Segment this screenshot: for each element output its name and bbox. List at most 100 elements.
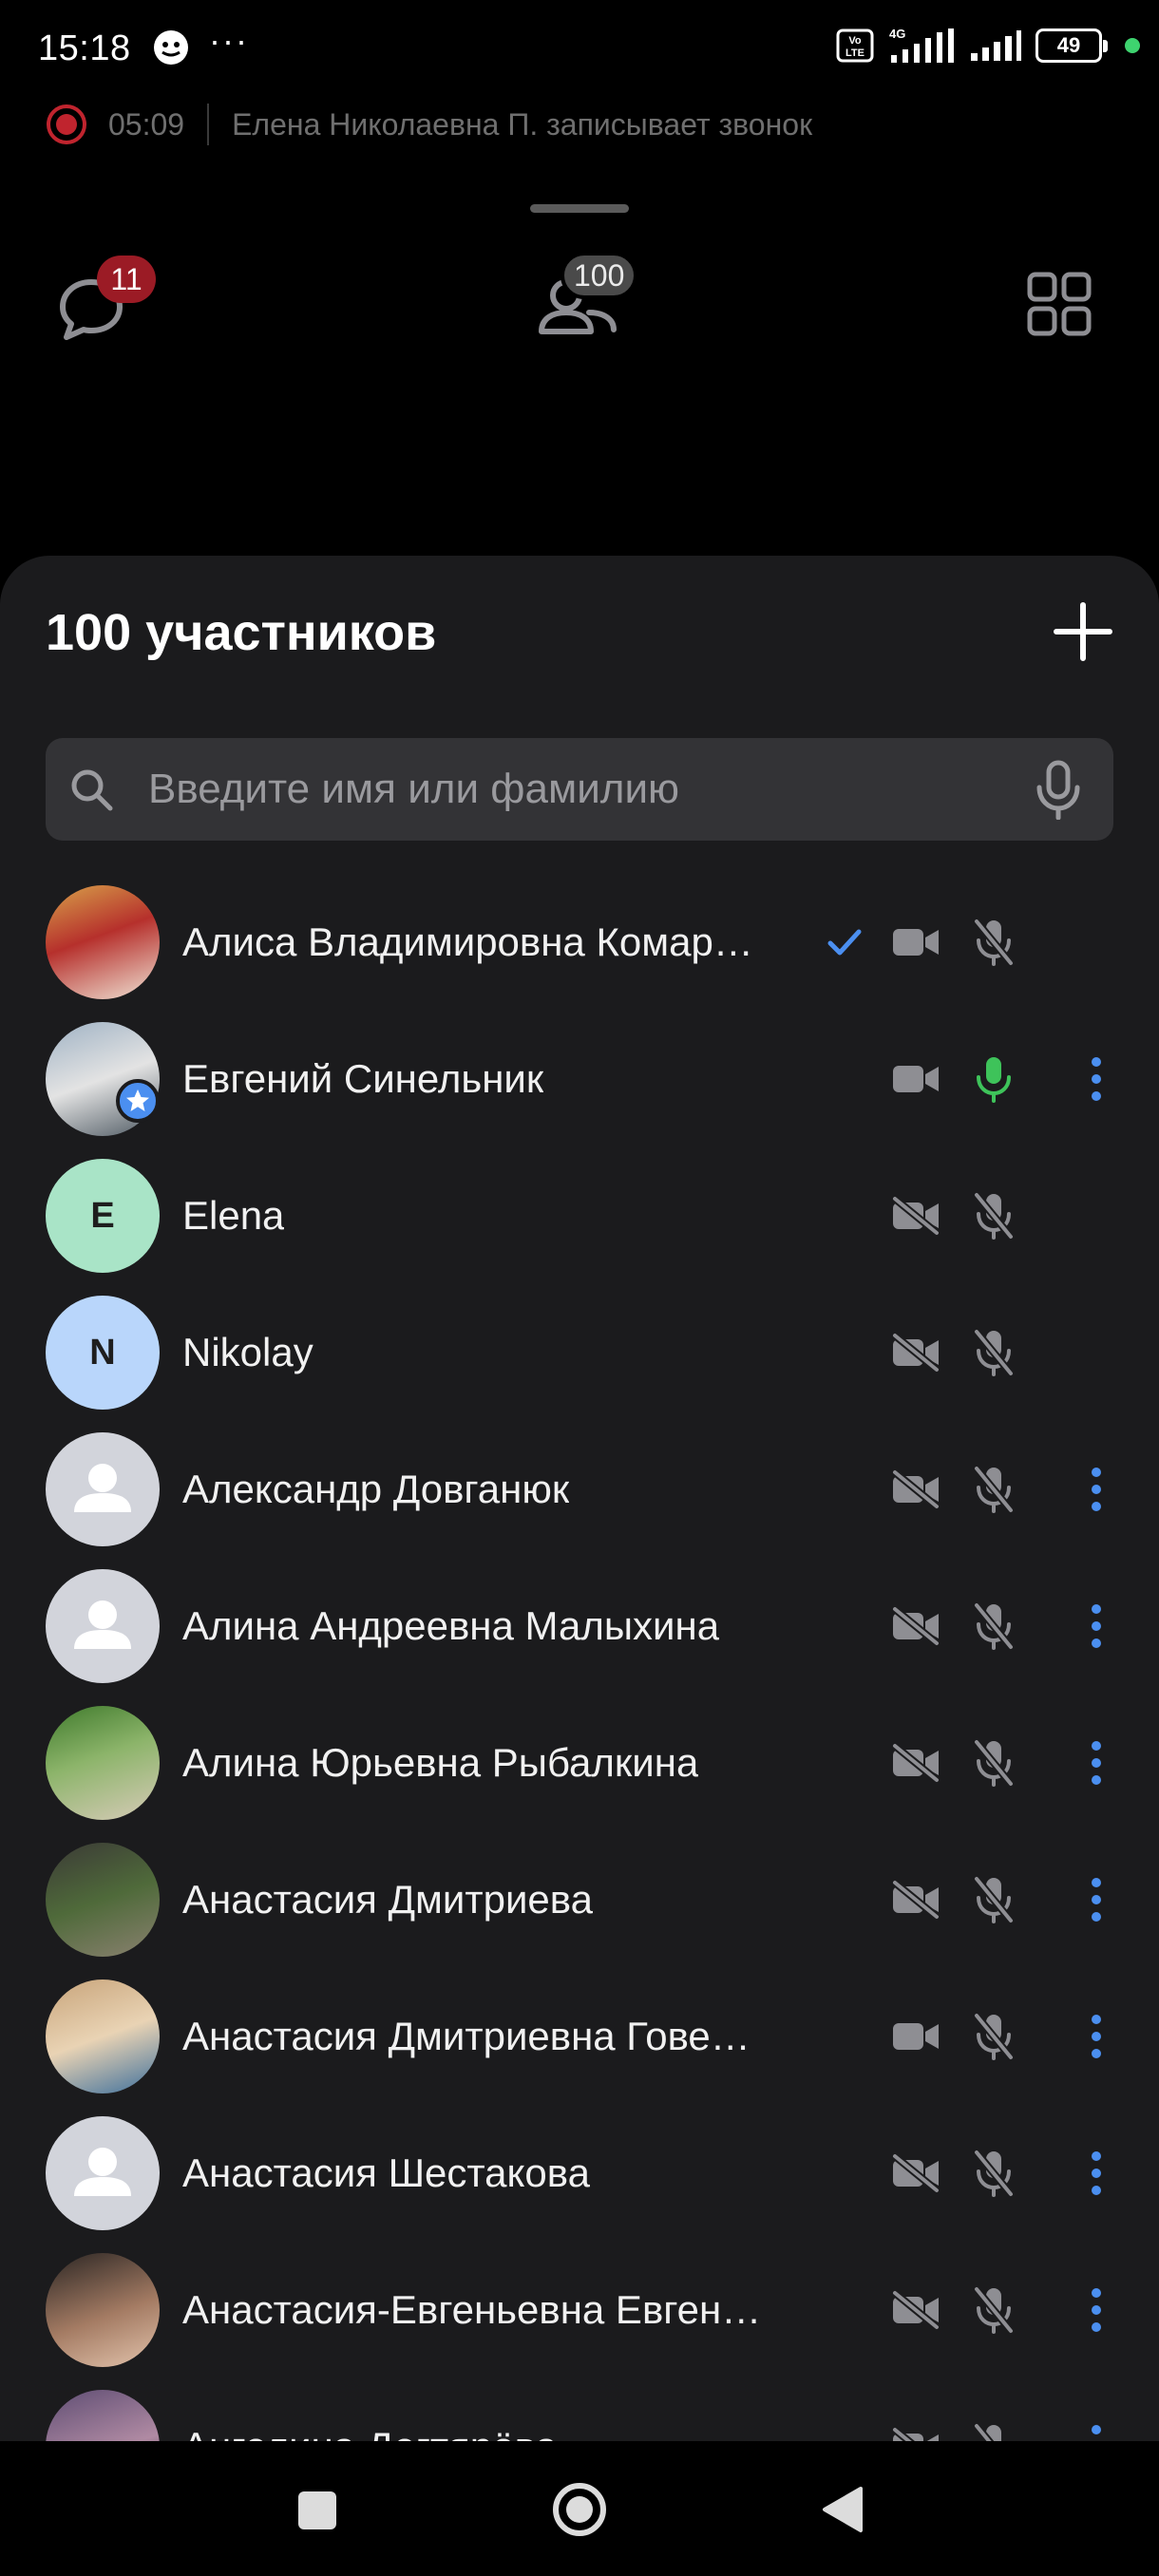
sheet-drag-handle[interactable]: [530, 204, 629, 213]
avatar-photo: [46, 2390, 160, 2441]
active-dot-icon: [1125, 38, 1140, 53]
battery-level: 49: [1056, 33, 1081, 57]
search-bar: [46, 738, 1113, 841]
svg-text:4G: 4G: [889, 27, 905, 41]
avatar-photo: [46, 1843, 160, 1957]
recording-icon: [47, 104, 86, 144]
participant-row[interactable]: Анастасия Дмитриева: [0, 1831, 1159, 1968]
more-options-button[interactable]: [1083, 2012, 1110, 2061]
more-options-button[interactable]: [1083, 2422, 1110, 2441]
mic-off-icon: [973, 1329, 1015, 1376]
user-placeholder-icon: [74, 1601, 131, 1649]
volte-icon: Vo LTE: [836, 28, 874, 63]
back-button[interactable]: [819, 2485, 864, 2534]
more-options-button[interactable]: [1083, 1054, 1110, 1104]
participant-row[interactable]: Анастасия Шестакова: [0, 2105, 1159, 2242]
voice-search-icon[interactable]: [1032, 759, 1085, 820]
participant-name: Ангелина Дегтярёва: [182, 2424, 558, 2441]
participant-row[interactable]: Алина Андреевна Малыхина: [0, 1558, 1159, 1695]
search-icon: [71, 769, 113, 811]
recording-duration: 05:09: [108, 106, 185, 142]
avatar-photo: [46, 885, 160, 999]
system-navigation-bar: [0, 2441, 1159, 2576]
participants-title: 100 участников: [46, 604, 437, 661]
avatar-initial: E: [46, 1159, 160, 1273]
participant-row[interactable]: E Elena: [0, 1147, 1159, 1284]
camera-on-icon: [893, 2023, 939, 2050]
mic-off-icon: [973, 919, 1015, 966]
participant-row[interactable]: Ангелина Дегтярёва: [0, 2378, 1159, 2441]
participant-name: Алина Юрьевна Рыбалкина: [182, 1740, 699, 1785]
mic-off-icon: [973, 1602, 1015, 1650]
more-notifications-icon: ···: [209, 21, 249, 60]
avatar-placeholder: [46, 1432, 160, 1546]
participant-name: Анастасия Дмитриева: [182, 1877, 593, 1922]
star-icon: [126, 1089, 149, 1111]
participant-row[interactable]: Анастасия Дмитриевна Гове…: [0, 1968, 1159, 2105]
more-options-button[interactable]: [1083, 2149, 1110, 2198]
mic-off-icon: [973, 2423, 1001, 2441]
participant-name: Алина Андреевна Малыхина: [182, 1603, 720, 1648]
user-placeholder-icon: [74, 1464, 131, 1512]
avatar-photo: [46, 1979, 160, 2093]
camera-off-icon: [892, 1879, 940, 1921]
home-button[interactable]: [551, 2481, 608, 2538]
participant-name: Анастасия Шестакова: [182, 2150, 590, 2195]
participant-row[interactable]: Алиса Владимировна Комар…: [0, 874, 1159, 1011]
avatar-photo: [46, 2253, 160, 2367]
participant-row[interactable]: Алина Юрьевна Рыбалкина: [0, 1695, 1159, 1831]
signal-icon: [971, 30, 1021, 61]
mic-off-icon: [973, 2286, 1015, 2334]
mic-off-icon: [973, 1192, 1015, 1240]
participant-name: Анастасия Дмитриевна Гове…: [182, 2014, 750, 2058]
participant-name: Алиса Владимировна Комар…: [182, 919, 753, 964]
participant-row[interactable]: Евгений Синельник: [0, 1011, 1159, 1147]
camera-off-icon: [892, 2152, 940, 2194]
avatar-photo: [46, 1706, 160, 1820]
participants-sheet: 100 участников Алиса Владимировна Комар……: [0, 556, 1159, 2441]
svg-text:LTE: LTE: [846, 47, 864, 59]
more-options-button[interactable]: [1083, 2285, 1110, 2335]
participant-name: Nikolay: [182, 1330, 314, 1374]
signal-4g-icon: 4G: [889, 27, 954, 63]
more-options-button[interactable]: [1083, 1465, 1110, 1514]
chat-button[interactable]: 11: [57, 256, 156, 347]
avatar-placeholder: [46, 1569, 160, 1683]
camera-on-icon: [893, 929, 939, 956]
participant-name: Александр Довганюк: [182, 1467, 570, 1511]
participant-name: Elena: [182, 1193, 285, 1238]
verified-check-icon: [827, 929, 862, 956]
search-input[interactable]: [148, 766, 1032, 813]
svg-text:Vo: Vo: [848, 35, 862, 47]
admin-badge: [116, 1079, 160, 1123]
camera-off-icon: [892, 2289, 940, 2331]
camera-off-icon: [892, 1195, 940, 1237]
more-options-button[interactable]: [1083, 1738, 1110, 1788]
grid-icon: [1027, 272, 1092, 336]
participant-row[interactable]: Александр Довганюк: [0, 1421, 1159, 1558]
grid-layout-button[interactable]: [1026, 271, 1092, 337]
mic-off-icon: [973, 2013, 1015, 2060]
participant-row[interactable]: N Nikolay: [0, 1284, 1159, 1421]
mic-off-icon: [973, 2150, 1015, 2197]
more-options-button[interactable]: [1083, 1875, 1110, 1924]
recording-status: Елена Николаевна П. записывает звонок: [232, 106, 813, 142]
battery-icon: 49: [1036, 28, 1108, 63]
messenger-notification-icon: [154, 30, 188, 65]
recent-apps-button[interactable]: [296, 2490, 338, 2531]
participant-name: Евгений Синельник: [182, 1056, 544, 1101]
user-placeholder-icon: [74, 2148, 131, 2196]
camera-off-icon: [892, 1742, 940, 1784]
mic-off-icon: [973, 1466, 1015, 1513]
mic-off-icon: [973, 1876, 1015, 1923]
participant-name: Анастасия-Евгеньевна Евген…: [182, 2287, 762, 2332]
participants-button[interactable]: 100: [532, 252, 638, 347]
add-participant-button[interactable]: [1053, 601, 1113, 662]
status-icons: Vo LTE 4G 49: [836, 27, 1140, 65]
mic-on-icon: [977, 1057, 1011, 1103]
more-options-button[interactable]: [1083, 1601, 1110, 1651]
status-time: 15:18: [38, 28, 131, 68]
mic-off-icon: [973, 1739, 1015, 1787]
participant-row[interactable]: Анастасия-Евгеньевна Евген…: [0, 2242, 1159, 2378]
camera-off-icon: [892, 1468, 940, 1510]
